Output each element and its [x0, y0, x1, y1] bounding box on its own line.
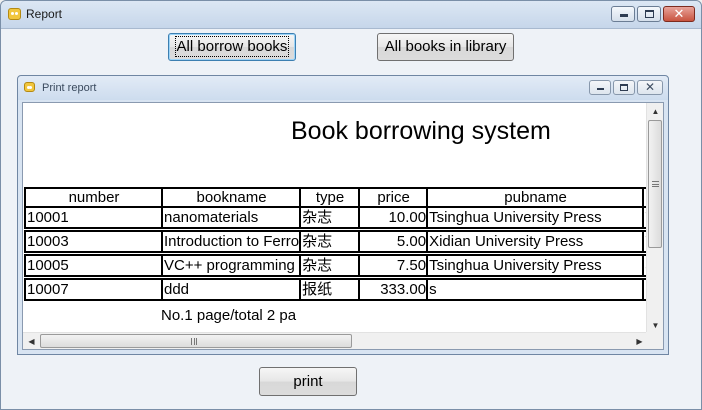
- close-button[interactable]: ✕: [663, 6, 695, 22]
- cell-price: 7.50: [358, 254, 429, 277]
- inner-window-title: Print report: [42, 82, 97, 94]
- scroll-up-icon[interactable]: ▲: [647, 103, 663, 120]
- cell-bookname: nanomaterials: [160, 206, 302, 229]
- table-row: 10005 VC++ programming 杂志 7.50 Tsinghua …: [24, 254, 657, 277]
- cell-type: 杂志: [299, 230, 361, 253]
- cell-type: 杂志: [299, 254, 361, 277]
- cell-number: 10003: [24, 230, 163, 253]
- column-header-type: type: [299, 187, 361, 208]
- window-title: Report: [26, 7, 63, 21]
- inner-maximize-button[interactable]: [613, 80, 635, 95]
- table-row: 10001 nanomaterials 杂志 10.00 Tsinghua Un…: [24, 206, 657, 229]
- print-report-window: Print report ✕ Book borrowing system num…: [17, 75, 669, 355]
- cell-price: 10.00: [358, 206, 429, 229]
- inner-app-icon: [24, 82, 35, 92]
- table-row: 10007 ddd 报纸 333.00 s 1: [24, 278, 657, 301]
- inner-title-bar[interactable]: Print report ✕: [18, 76, 668, 100]
- report-window: Report ✕ All borrow books All books in l…: [0, 0, 702, 410]
- report-title: Book borrowing system: [291, 117, 551, 145]
- print-button[interactable]: print: [259, 367, 357, 396]
- horizontal-scrollbar[interactable]: ◀ ▶: [23, 332, 648, 349]
- grip-icon: [191, 338, 197, 345]
- cell-pubname: Tsinghua University Press: [426, 254, 645, 277]
- minimize-icon: [597, 88, 604, 90]
- cell-type: 杂志: [299, 206, 361, 229]
- cell-pubname: Xidian University Press: [426, 230, 645, 253]
- all-books-in-library-label: All books in library: [384, 38, 507, 55]
- maximize-button[interactable]: [637, 6, 661, 22]
- cell-bookname: VC++ programming: [160, 254, 302, 277]
- minimize-button[interactable]: [611, 6, 635, 22]
- cell-number: 10007: [24, 278, 163, 301]
- all-borrow-books-button[interactable]: All borrow books: [168, 33, 296, 61]
- cell-pubname: Tsinghua University Press: [426, 206, 645, 229]
- cell-price: 5.00: [358, 230, 429, 253]
- cell-number: 10001: [24, 206, 163, 229]
- cell-pubname: s: [426, 278, 645, 301]
- vertical-scrollbar[interactable]: ▲ ▼: [646, 103, 663, 334]
- close-icon: ✕: [644, 80, 656, 94]
- horizontal-scroll-thumb[interactable]: [40, 334, 352, 348]
- inner-close-button[interactable]: ✕: [637, 80, 663, 95]
- report-table: number bookname type price pubname 10001…: [24, 187, 657, 301]
- column-header-price: price: [358, 187, 429, 208]
- vertical-scroll-thumb[interactable]: [648, 120, 662, 248]
- all-books-in-library-button[interactable]: All books in library: [377, 33, 514, 61]
- inner-minimize-button[interactable]: [589, 80, 611, 95]
- minimize-icon: [620, 14, 628, 17]
- cell-bookname: ddd: [160, 278, 302, 301]
- column-header-number: number: [24, 187, 163, 208]
- title-bar[interactable]: Report ✕: [1, 1, 701, 29]
- column-header-pubname: pubname: [426, 187, 645, 208]
- cell-bookname: Introduction to Ferro: [160, 230, 302, 253]
- cell-type: 报纸: [299, 278, 361, 301]
- scrollbar-corner: [646, 332, 663, 349]
- column-header-bookname: bookname: [160, 187, 302, 208]
- report-content: Book borrowing system number bookname ty…: [22, 102, 664, 350]
- scroll-left-icon[interactable]: ◀: [23, 333, 40, 349]
- maximize-icon: [620, 84, 628, 91]
- cell-price: 333.00: [358, 278, 429, 301]
- grip-icon: [652, 181, 659, 187]
- cell-number: 10005: [24, 254, 163, 277]
- close-icon: ✕: [673, 6, 685, 21]
- all-borrow-books-label: All borrow books: [174, 36, 290, 57]
- app-icon: [8, 8, 21, 20]
- table-row: 10003 Introduction to Ferro 杂志 5.00 Xidi…: [24, 230, 657, 253]
- table-header-row: number bookname type price pubname: [24, 187, 657, 208]
- page-indicator: No.1 page/total 2 pa: [161, 307, 297, 324]
- maximize-icon: [645, 10, 654, 18]
